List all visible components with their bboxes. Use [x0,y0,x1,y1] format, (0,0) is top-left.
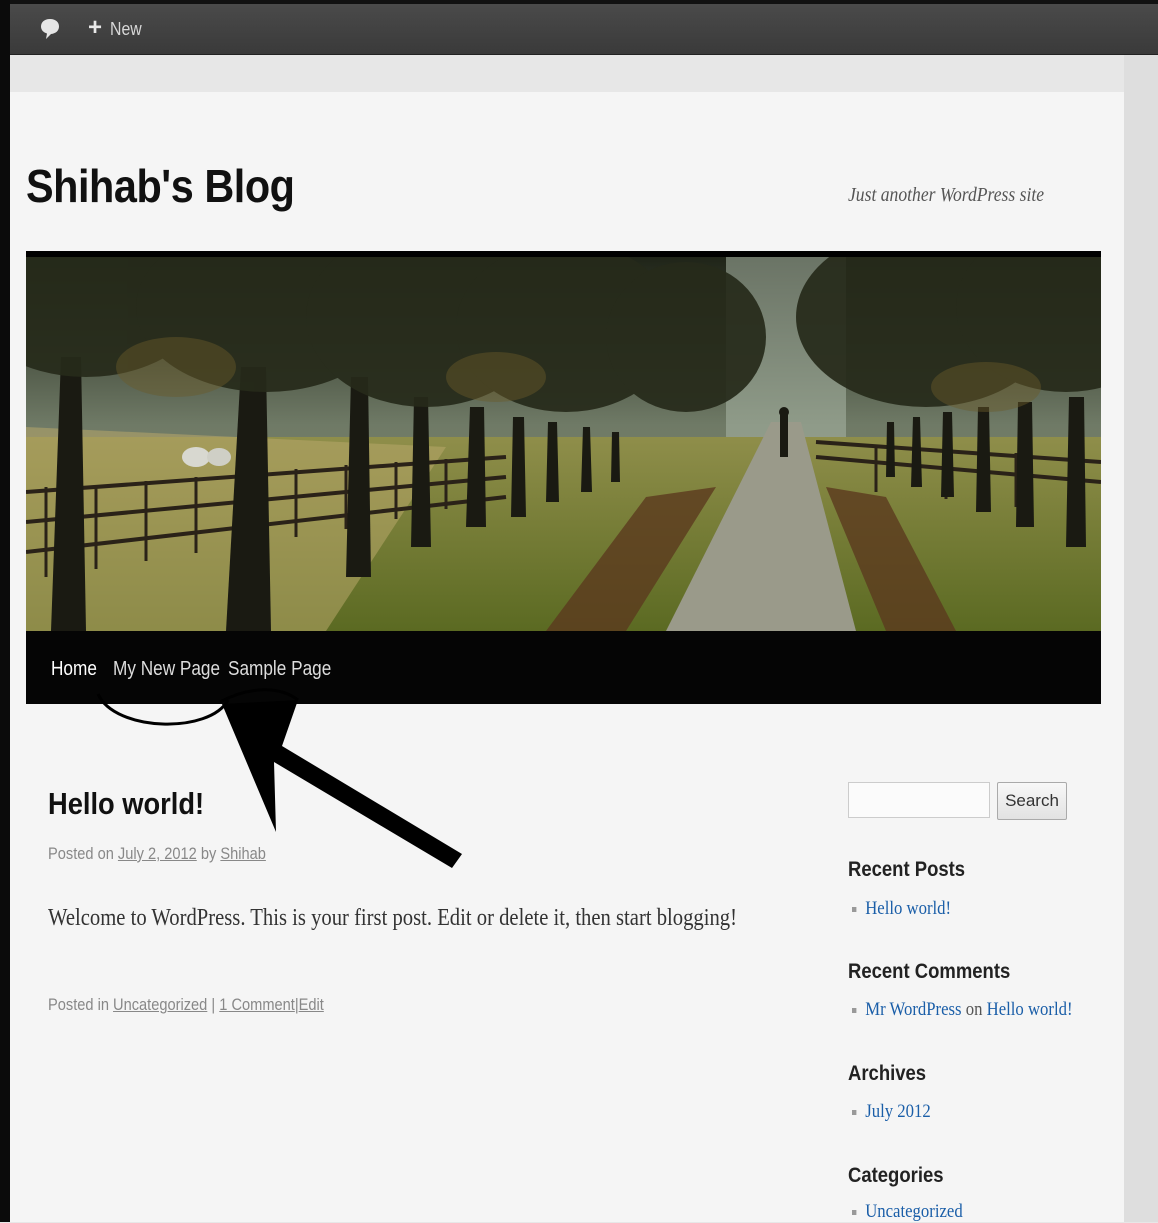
comment-on-text: on [965,999,983,1020]
site-title[interactable]: Shihab's Blog [26,158,295,214]
browser-scroll-area [1124,55,1158,1222]
header-landscape-image [26,257,1101,631]
post-category-link[interactable]: Uncategorized [113,995,207,1014]
archive-item: July 2012 [852,1101,931,1123]
nav-item-my-new-page[interactable]: My New Page [113,658,220,681]
page-container: Shihab's Blog Just another WordPress sit… [10,92,1124,1222]
nav-item-home[interactable]: Home [51,658,97,681]
post-title[interactable]: Hello world! [48,786,204,822]
new-menu-label[interactable]: New [110,19,142,40]
bullet-icon [852,907,857,913]
speech-bubble-icon[interactable] [40,18,60,40]
bullet-icon [852,1210,857,1216]
admin-bar: + New [10,4,1158,55]
recent-comment-item: Mr WordPress on Hello world! [852,999,1073,1021]
window-frame-left [0,0,10,1222]
plus-icon[interactable]: + [88,14,102,42]
site-tagline: Just another WordPress site [848,184,1045,206]
post-comments-link[interactable]: 1 Comment [219,995,295,1014]
search-input[interactable] [848,782,990,818]
post-footer: Posted in Uncategorized | 1 Comment|Edit [48,995,324,1015]
post-footer-prefix: Posted in [48,995,109,1014]
header-image [26,251,1101,637]
categories-title: Categories [848,1164,944,1187]
main-navigation: Home My New Page Sample Page [26,631,1101,704]
post-content: Welcome to WordPress. This is your first… [48,905,737,931]
annotation-arrow [96,688,462,868]
post-footer-separator: | [211,995,216,1014]
comment-post-link[interactable]: Hello world! [987,999,1073,1020]
comment-author-link[interactable]: Mr WordPress [865,999,961,1020]
post-author-link[interactable]: Shihab [220,844,266,863]
bullet-icon [852,1008,857,1014]
archive-link[interactable]: July 2012 [865,1101,931,1122]
category-item: Uncategorized [852,1201,963,1223]
category-link[interactable]: Uncategorized [865,1201,962,1222]
nav-item-sample-page[interactable]: Sample Page [228,658,331,681]
search-button[interactable]: Search [997,782,1067,820]
archives-title: Archives [848,1062,927,1085]
post-meta-by: by [200,844,217,863]
post-meta-prefix: Posted on [48,844,114,863]
post-meta: Posted on July 2, 2012 by Shihab [48,844,266,864]
recent-posts-title: Recent Posts [848,858,966,881]
recent-post-item: Hello world! [852,898,951,920]
recent-comments-title: Recent Comments [848,960,1011,983]
post-date-link[interactable]: July 2, 2012 [118,844,197,863]
post-edit-link[interactable]: Edit [299,995,324,1014]
recent-post-link[interactable]: Hello world! [865,898,951,919]
bullet-icon [852,1110,857,1116]
